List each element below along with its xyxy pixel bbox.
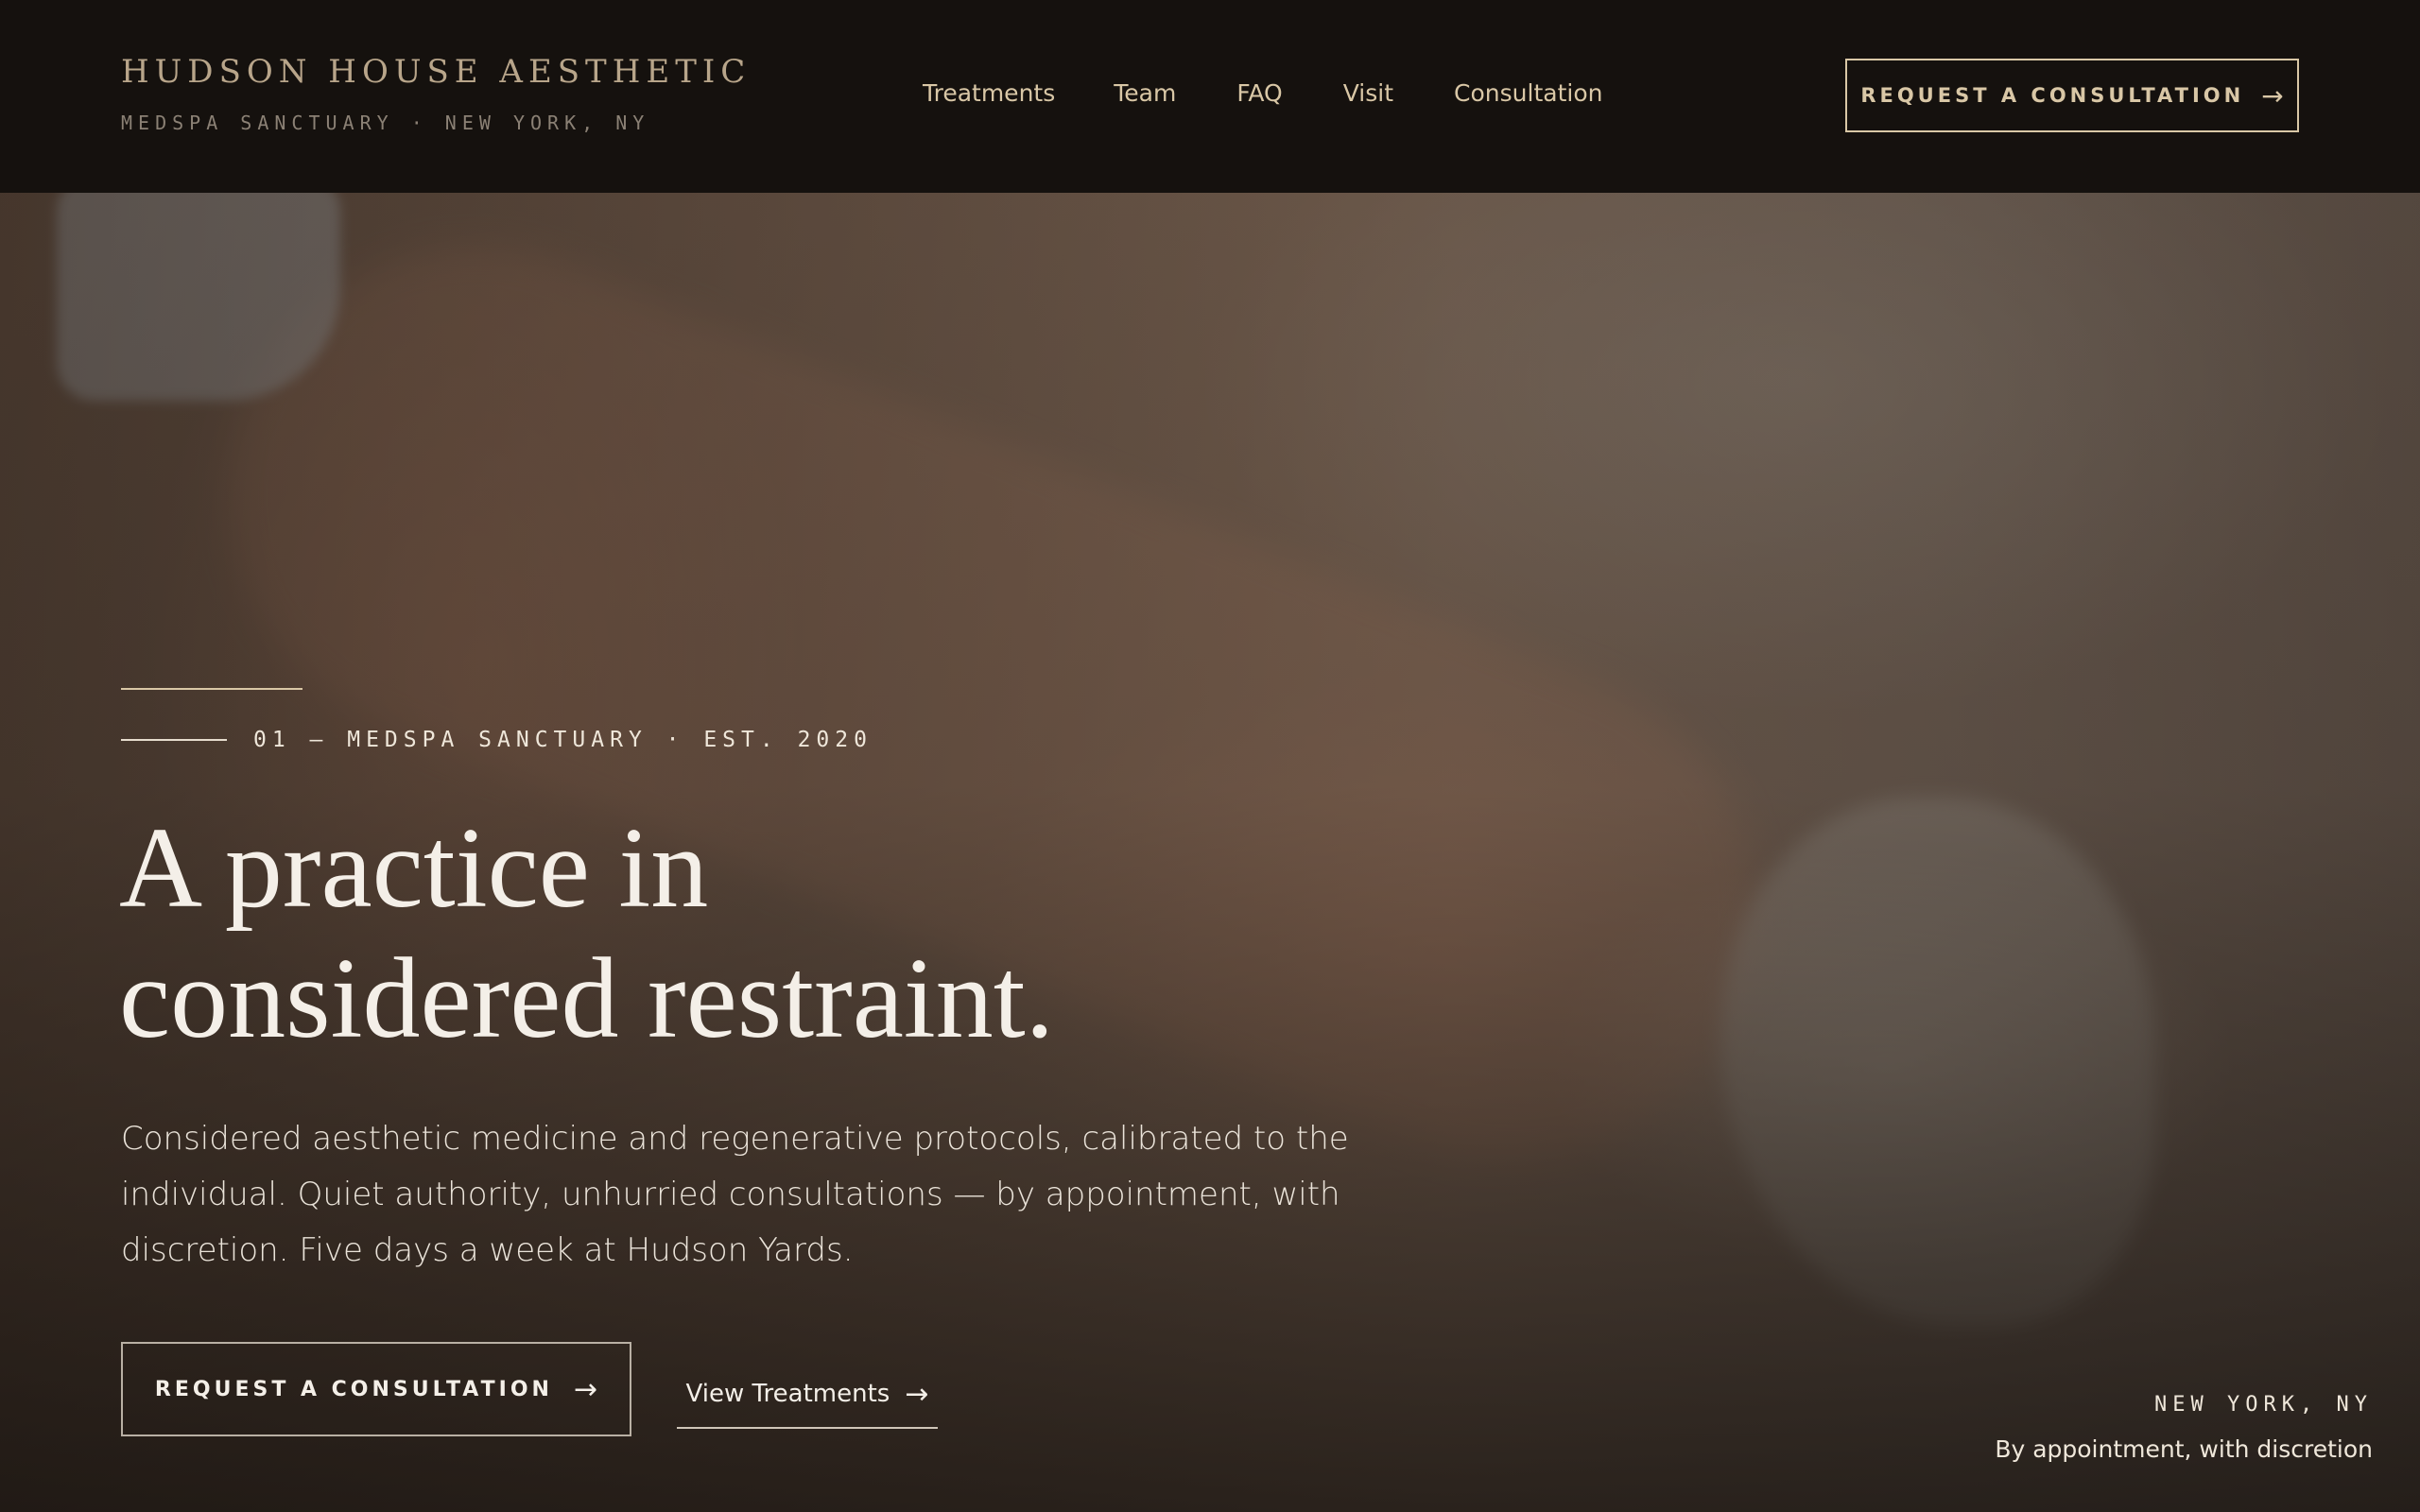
eyebrow-line — [121, 739, 227, 741]
nav-item-team[interactable]: Team — [1114, 79, 1176, 107]
intro-line-3: discretion. Five days a week at Hudson Y… — [121, 1231, 854, 1269]
nav-item-treatments[interactable]: Treatments — [923, 79, 1055, 107]
hero-eyebrow: 01 — MEDSPA SANCTUARY · EST. 2020 — [121, 728, 873, 752]
nav-item-visit[interactable]: Visit — [1343, 79, 1393, 107]
location-city: NEW YORK, NY — [2154, 1393, 2373, 1417]
headline-line-1: A practice in — [119, 804, 709, 932]
nav-item-faq[interactable]: FAQ — [1236, 79, 1282, 107]
intro-line-2: individual. Quiet authority, unhurried c… — [121, 1176, 1340, 1213]
hero-intro: Considered aesthetic medicine and regene… — [121, 1111, 1369, 1279]
brand-tagline: MEDSPA SANCTUARY · NEW YORK, NY — [121, 112, 650, 134]
arrow-right-icon: → — [573, 1372, 598, 1406]
arrow-right-icon: → — [2261, 79, 2284, 112]
intro-line-1: Considered aesthetic medicine and regene… — [121, 1120, 1349, 1158]
main-nav: Treatments Team FAQ Visit Consultation — [923, 79, 1602, 107]
nav-item-consultation[interactable]: Consultation — [1454, 79, 1602, 107]
accent-divider — [121, 688, 302, 690]
header-request-consultation-button[interactable]: REQUEST A CONSULTATION → — [1845, 59, 2299, 132]
primary-cta-label: REQUEST A CONSULTATION — [154, 1377, 553, 1401]
hero-headline: A practice in considered restraint. — [119, 803, 1054, 1064]
location-info: NEW YORK, NY By appointment, with discre… — [1995, 1393, 2373, 1463]
site-header: HUDSON HOUSE AESTHETIC MEDSPA SANCTUARY … — [0, 0, 2420, 193]
header-cta-label: REQUEST A CONSULTATION — [1860, 84, 2245, 107]
secondary-cta-label: View Treatments — [685, 1380, 890, 1408]
headline-line-2: considered restraint. — [119, 935, 1055, 1062]
view-treatments-link[interactable]: View Treatments → — [677, 1361, 938, 1429]
arrow-right-icon: → — [905, 1377, 929, 1411]
brand-logo[interactable]: HUDSON HOUSE AESTHETIC — [121, 53, 751, 91]
eyebrow-text: 01 — MEDSPA SANCTUARY · EST. 2020 — [253, 728, 873, 752]
hero-request-consultation-button[interactable]: REQUEST A CONSULTATION → — [121, 1342, 631, 1436]
location-note: By appointment, with discretion — [1995, 1435, 2373, 1463]
